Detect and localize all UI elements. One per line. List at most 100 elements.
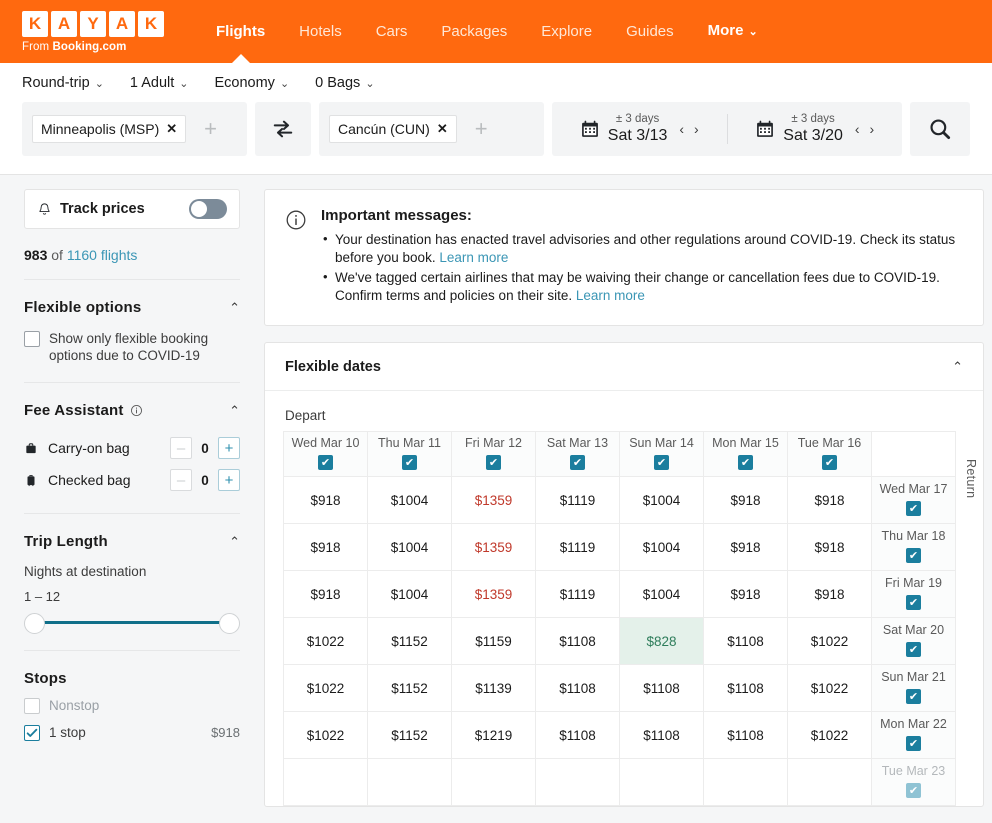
depart-next-day-button[interactable]: › xyxy=(694,121,699,137)
price-cell[interactable]: $1108 xyxy=(619,664,704,712)
price-cell[interactable]: $918 xyxy=(703,523,788,571)
price-cell[interactable]: $1022 xyxy=(283,711,368,759)
price-cell[interactable]: $1108 xyxy=(619,711,704,759)
origin-field[interactable]: Minneapolis (MSP) ✕ + xyxy=(22,102,247,156)
slider-handle-min[interactable] xyxy=(24,613,45,634)
nonstop-checkbox[interactable] xyxy=(24,698,40,714)
fee-assistant-header[interactable]: Fee Assistant ⌃ xyxy=(24,383,240,433)
nav-item-hotels[interactable]: Hotels xyxy=(282,0,359,63)
depart-day-header[interactable]: Thu Mar 11 ✔ xyxy=(367,431,452,477)
flexible-dates-header[interactable]: Flexible dates ⌃ xyxy=(265,343,983,391)
check-icon[interactable]: ✔ xyxy=(906,595,921,610)
depart-date-segment[interactable]: ± 3 days Sat 3/13 ‹ › xyxy=(552,113,727,145)
check-icon[interactable]: ✔ xyxy=(486,455,501,470)
trip-type-dropdown[interactable]: Round-trip ⌄ xyxy=(22,75,130,91)
price-cell[interactable]: $1119 xyxy=(535,476,620,524)
track-prices-toggle[interactable] xyxy=(189,199,227,219)
close-icon[interactable]: ✕ xyxy=(166,121,177,137)
flexible-booking-checkbox[interactable] xyxy=(24,331,40,347)
return-day-header[interactable]: Tue Mar 23 ✔ xyxy=(871,758,956,806)
check-icon[interactable]: ✔ xyxy=(906,642,921,657)
check-icon[interactable]: ✔ xyxy=(402,455,417,470)
chevron-up-icon[interactable]: ⌃ xyxy=(229,403,240,419)
depart-day-header[interactable]: Sat Mar 13 ✔ xyxy=(535,431,620,477)
price-cell[interactable]: $1119 xyxy=(535,570,620,618)
add-destination-icon[interactable]: + xyxy=(475,118,488,140)
nav-item-flights[interactable]: Flights xyxy=(199,0,282,63)
return-day-header[interactable]: Wed Mar 17 ✔ xyxy=(871,476,956,524)
check-icon[interactable]: ✔ xyxy=(654,455,669,470)
price-cell[interactable]: $1159 xyxy=(451,617,536,665)
price-cell[interactable]: $1004 xyxy=(619,523,704,571)
price-cell[interactable]: $1108 xyxy=(703,664,788,712)
swap-airports-button[interactable] xyxy=(255,102,311,156)
check-icon[interactable]: ✔ xyxy=(906,736,921,751)
price-cell[interactable]: $1004 xyxy=(367,523,452,571)
flight-count-total-link[interactable]: 1160 flights xyxy=(67,247,138,263)
price-cell[interactable]: $1108 xyxy=(703,711,788,759)
slider-handle-max[interactable] xyxy=(219,613,240,634)
price-cell[interactable]: $1359 xyxy=(451,523,536,571)
price-cell[interactable]: $918 xyxy=(283,523,368,571)
cabin-class-dropdown[interactable]: Economy ⌄ xyxy=(214,75,315,91)
learn-more-link[interactable]: Learn more xyxy=(439,250,508,265)
price-cell[interactable]: $1152 xyxy=(367,711,452,759)
close-icon[interactable]: ✕ xyxy=(437,121,448,137)
price-cell[interactable]: $918 xyxy=(283,570,368,618)
check-icon[interactable]: ✔ xyxy=(738,455,753,470)
check-icon[interactable]: ✔ xyxy=(906,783,921,798)
price-cell[interactable]: $1022 xyxy=(283,617,368,665)
return-prev-day-button[interactable]: ‹ xyxy=(855,121,860,137)
carry-on-increment-button[interactable]: + xyxy=(218,437,240,459)
chevron-up-icon[interactable]: ⌃ xyxy=(229,534,240,550)
add-origin-icon[interactable]: + xyxy=(204,118,217,140)
destination-field[interactable]: Cancún (CUN) ✕ + xyxy=(319,102,544,156)
return-next-day-button[interactable]: › xyxy=(870,121,875,137)
one-stop-checkbox[interactable] xyxy=(24,725,40,741)
check-icon[interactable]: ✔ xyxy=(906,689,921,704)
price-cell[interactable]: $1359 xyxy=(451,570,536,618)
price-cell[interactable]: $1108 xyxy=(703,617,788,665)
price-cell[interactable]: $1108 xyxy=(535,711,620,759)
learn-more-link[interactable]: Learn more xyxy=(576,288,645,303)
destination-chip[interactable]: Cancún (CUN) ✕ xyxy=(329,115,457,143)
nav-item-explore[interactable]: Explore xyxy=(524,0,609,63)
carry-on-decrement-button[interactable]: – xyxy=(170,437,192,459)
price-cell[interactable]: $1219 xyxy=(451,711,536,759)
bags-dropdown[interactable]: 0 Bags ⌄ xyxy=(315,75,400,91)
price-cell[interactable]: $828 xyxy=(619,617,704,665)
price-cell[interactable]: $1119 xyxy=(535,523,620,571)
check-icon[interactable]: ✔ xyxy=(822,455,837,470)
chevron-up-icon[interactable]: ⌃ xyxy=(952,359,963,375)
return-day-header[interactable]: Sat Mar 20 ✔ xyxy=(871,617,956,665)
depart-day-header[interactable]: Fri Mar 12 ✔ xyxy=(451,431,536,477)
price-cell[interactable]: $1004 xyxy=(367,570,452,618)
return-day-header[interactable]: Thu Mar 18 ✔ xyxy=(871,523,956,571)
price-cell[interactable]: $1022 xyxy=(787,617,872,665)
travelers-dropdown[interactable]: 1 Adult ⌄ xyxy=(130,75,215,91)
return-day-header[interactable]: Sun Mar 21 ✔ xyxy=(871,664,956,712)
search-button[interactable] xyxy=(910,102,970,156)
price-cell[interactable]: $1139 xyxy=(451,664,536,712)
flexible-booking-checkbox-row[interactable]: Show only flexible booking options due t… xyxy=(24,330,240,382)
price-cell[interactable]: $1359 xyxy=(451,476,536,524)
price-cell[interactable]: $918 xyxy=(787,570,872,618)
flexible-options-header[interactable]: Flexible options ⌃ xyxy=(24,280,240,330)
kayak-logo[interactable]: K A Y A K From Booking.com xyxy=(22,10,177,53)
return-date-segment[interactable]: ± 3 days Sat 3/20 ‹ › xyxy=(728,113,903,145)
nights-range-slider[interactable] xyxy=(24,608,240,636)
depart-day-header[interactable]: Sun Mar 14 ✔ xyxy=(619,431,704,477)
price-cell[interactable]: $918 xyxy=(703,570,788,618)
price-cell[interactable]: $918 xyxy=(703,476,788,524)
trip-length-header[interactable]: Trip Length ⌃ xyxy=(24,514,240,564)
return-day-header[interactable]: Fri Mar 19 ✔ xyxy=(871,570,956,618)
price-cell[interactable]: $1022 xyxy=(787,664,872,712)
price-cell[interactable]: $1004 xyxy=(619,476,704,524)
nav-item-more[interactable]: More ⌄ xyxy=(691,0,775,64)
price-cell[interactable]: $1152 xyxy=(367,617,452,665)
return-day-header[interactable]: Mon Mar 22 ✔ xyxy=(871,711,956,759)
checked-increment-button[interactable]: + xyxy=(218,469,240,491)
price-cell[interactable]: $918 xyxy=(283,476,368,524)
price-cell[interactable]: $1108 xyxy=(535,664,620,712)
depart-day-header[interactable]: Wed Mar 10 ✔ xyxy=(283,431,368,477)
